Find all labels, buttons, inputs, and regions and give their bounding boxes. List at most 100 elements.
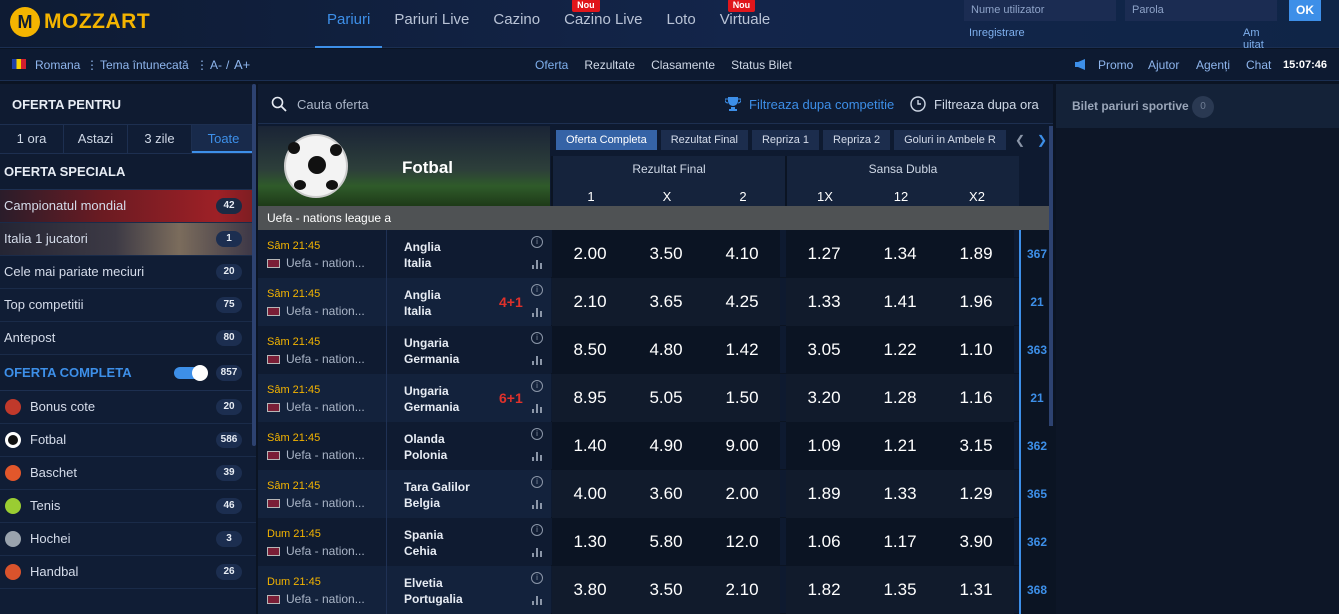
odd-button[interactable]: 1.41 [862,278,938,326]
more-markets-button[interactable]: 362 [1019,422,1053,470]
tab-1-ora[interactable]: 1 ora [0,125,64,153]
tab-toate[interactable]: Toate [192,125,256,153]
info-icon[interactable]: i [531,572,543,584]
odd-button[interactable]: 4.80 [628,326,704,374]
market-tab[interactable]: Repriza 1 [751,130,820,150]
password-input[interactable]: Parola [1125,0,1277,21]
match-row[interactable]: Sâm 21:45 Uefa - nation... Tara Galilor Bel… [258,470,1053,518]
odd-button[interactable]: 9.00 [704,422,780,470]
more-markets-button[interactable]: 21 [1019,278,1053,326]
odd-button[interactable]: 8.95 [552,374,628,422]
special-item[interactable]: Campionatul mondial 42 [0,190,256,223]
more-markets-button[interactable]: 368 [1019,566,1053,614]
subnav-status-bilet[interactable]: Status Bilet [731,58,792,72]
sidebar-item-baschet[interactable]: Baschet 39 [0,457,256,490]
odd-button[interactable]: 3.90 [938,518,1014,566]
odd-button[interactable]: 1.96 [938,278,1014,326]
font-decrease[interactable]: A- [210,58,222,72]
special-item[interactable]: Top competitii 75 [0,289,256,322]
sidebar-item-bonus-cote[interactable]: Bonus cote 20 [0,391,256,424]
odd-button[interactable]: 1.27 [786,230,862,278]
odd-button[interactable]: 12.0 [704,518,780,566]
theme-toggle[interactable]: Tema întunecată [100,58,189,72]
market-tab[interactable]: Goluri in Ambele R [894,130,1006,150]
match-row[interactable]: Sâm 21:45 Uefa - nation... Ungaria Germania… [258,326,1053,374]
odd-button[interactable]: 1.09 [786,422,862,470]
odd-button[interactable]: 8.50 [552,326,628,374]
promo-link[interactable]: Promo [1098,58,1133,72]
odd-button[interactable]: 1.21 [862,422,938,470]
odd-button[interactable]: 1.33 [862,470,938,518]
search-icon[interactable] [271,96,287,117]
market-tab[interactable]: Rezultat Final [660,130,748,150]
more-markets-button[interactable]: 362 [1019,518,1053,566]
info-icon[interactable]: i [531,524,543,536]
match-row[interactable]: Sâm 21:45 Uefa - nation... Olanda Polonia i 1… [258,422,1053,470]
stats-icon[interactable] [532,355,543,365]
special-item[interactable]: Antepost 80 [0,322,256,355]
special-item[interactable]: Cele mai pariate meciuri 20 [0,256,256,289]
register-link[interactable]: Inregistrare [969,27,1025,39]
chevron-left-icon[interactable]: ❮ [1015,133,1025,147]
odd-button[interactable]: 1.40 [552,422,628,470]
login-ok-button[interactable]: OK [1289,0,1321,21]
odd-button[interactable]: 1.28 [862,374,938,422]
stats-icon[interactable] [532,307,543,317]
match-row[interactable]: Dum 21:45 Uefa - nation... Elvetia Portugal… [258,566,1053,614]
odd-button[interactable]: 1.33 [786,278,862,326]
chevron-right-icon[interactable]: ❯ [1037,133,1047,147]
stats-icon[interactable] [532,451,543,461]
odd-button[interactable]: 3.65 [628,278,704,326]
odd-button[interactable]: 5.80 [628,518,704,566]
odd-button[interactable]: 3.05 [786,326,862,374]
tab-3-zile[interactable]: 3 zile [128,125,192,153]
font-increase[interactable]: A+ [234,57,250,72]
odd-button[interactable]: 1.30 [552,518,628,566]
odd-button[interactable]: 1.89 [938,230,1014,278]
logo[interactable]: M MOZZART [10,7,150,37]
odd-button[interactable]: 1.06 [786,518,862,566]
odd-button[interactable]: 4.25 [704,278,780,326]
betslip-header[interactable]: Bilet pariuri sportive 0 [1056,84,1339,128]
odd-button[interactable]: 1.42 [704,326,780,374]
market-tab[interactable]: Repriza 2 [823,130,891,150]
complete-offer-toggle[interactable] [174,365,208,381]
subnav-oferta[interactable]: Oferta [535,58,568,72]
sidebar-item-fotbal[interactable]: Fotbal 586 [0,424,256,457]
help-link[interactable]: Ajutor [1148,58,1179,72]
match-row[interactable]: Sâm 21:45 Uefa - nation... Anglia Italia 4+1… [258,278,1053,326]
filter-time-button[interactable]: Filtreaza dupa ora [934,97,1039,112]
username-input[interactable]: Nume utilizator [964,0,1116,21]
filter-competition-button[interactable]: Filtreaza dupa competitie [749,97,894,112]
odd-button[interactable]: 1.29 [938,470,1014,518]
odd-button[interactable]: 1.89 [786,470,862,518]
odd-button[interactable]: 1.50 [704,374,780,422]
odd-button[interactable]: 4.10 [704,230,780,278]
more-markets-button[interactable]: 363 [1019,326,1053,374]
odd-button[interactable]: 1.35 [862,566,938,614]
stats-icon[interactable] [532,547,543,557]
live-indicator[interactable]: 6+1 [499,390,523,406]
sidebar-item-tenis[interactable]: Tenis 46 [0,490,256,523]
live-indicator[interactable]: 4+1 [499,294,523,310]
odd-button[interactable]: 3.50 [628,566,704,614]
agents-link[interactable]: Agenți [1196,58,1230,72]
odd-button[interactable]: 2.10 [552,278,628,326]
odd-button[interactable]: 3.60 [628,470,704,518]
odd-button[interactable]: 1.22 [862,326,938,374]
search-input[interactable]: Cauta oferta [297,97,369,112]
stats-icon[interactable] [532,403,543,413]
nav-item-pariuri-live[interactable]: Pariuri Live [382,0,481,48]
odd-button[interactable]: 3.80 [552,566,628,614]
odd-button[interactable]: 3.50 [628,230,704,278]
market-tab[interactable]: Oferta Completa [556,130,657,150]
match-row[interactable]: Sâm 21:45 Uefa - nation... Anglia Italia i 2.… [258,230,1053,278]
odd-button[interactable]: 3.20 [786,374,862,422]
info-icon[interactable]: i [531,380,543,392]
info-icon[interactable]: i [531,428,543,440]
complete-offer-header[interactable]: OFERTA COMPLETA 857 [0,355,256,391]
match-scrollbar[interactable] [1049,126,1053,426]
stats-icon[interactable] [532,499,543,509]
more-markets-button[interactable]: 365 [1019,470,1053,518]
chat-link[interactable]: Chat [1246,58,1271,72]
